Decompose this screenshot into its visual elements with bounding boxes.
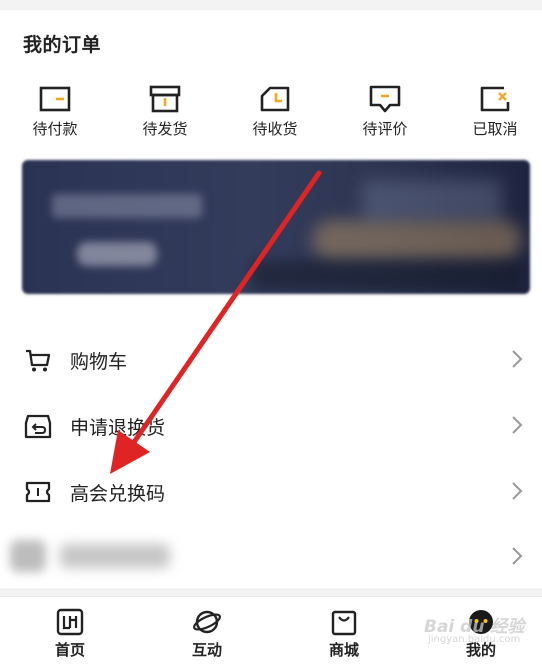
watermark: Bai du 经验 jingyan.baidu.com <box>418 608 542 650</box>
chevron-right-icon <box>512 547 523 565</box>
order-pending-payment[interactable]: 待付款 <box>10 82 100 142</box>
tab-label: 互动 <box>191 641 222 659</box>
order-pending-receipt[interactable]: 待收货 <box>230 82 320 142</box>
order-cancelled[interactable]: 已取消 <box>450 82 540 142</box>
tab-mall[interactable]: 商城 <box>284 597 404 665</box>
order-label: 待评价 <box>362 120 408 138</box>
menu-item-returns[interactable]: 申请退换货 <box>0 393 542 459</box>
chevron-right-icon <box>512 350 523 368</box>
cancelled-icon <box>480 86 510 112</box>
chevron-right-icon <box>512 416 523 434</box>
tab-label: 商城 <box>328 641 359 659</box>
order-label: 已取消 <box>472 120 518 138</box>
ticket-icon <box>25 481 51 503</box>
tab-home[interactable]: 首页 <box>10 597 130 665</box>
order-status-bar: 待付款 待发货 待收货 待评价 已取消 <box>0 82 542 142</box>
home-icon <box>56 608 84 636</box>
menu-item-label: 高会兑换码 <box>70 483 166 505</box>
planet-icon <box>193 610 221 634</box>
menu-item-cart[interactable]: 购物车 <box>0 327 542 393</box>
order-label: 待发货 <box>142 120 188 138</box>
blurred-icon <box>10 540 46 572</box>
menu-item-label: 申请退换货 <box>70 417 166 439</box>
tab-label: 首页 <box>54 641 85 659</box>
watermark-url: jingyan.baidu.com <box>428 634 521 645</box>
box-icon <box>149 85 181 113</box>
chevron-right-icon <box>512 482 523 500</box>
promo-banner[interactable] <box>22 160 530 294</box>
comment-icon <box>369 85 401 113</box>
truck-icon <box>260 86 290 112</box>
order-label: 待付款 <box>32 120 78 138</box>
wallet-icon <box>39 86 71 112</box>
order-pending-review[interactable]: 待评价 <box>340 82 430 142</box>
return-box-icon <box>24 414 52 439</box>
tab-interact[interactable]: 互动 <box>147 597 267 665</box>
order-pending-shipment[interactable]: 待发货 <box>120 82 210 142</box>
cart-icon <box>26 349 51 372</box>
menu-item-label: 购物车 <box>70 351 128 373</box>
menu-item-blurred[interactable] <box>0 524 542 590</box>
orders-title: 我的订单 <box>23 34 102 56</box>
order-label: 待收货 <box>252 120 298 138</box>
shopping-bag-icon <box>331 610 357 636</box>
blurred-label <box>60 544 170 568</box>
menu-item-redeem-code[interactable]: 高会兑换码 <box>0 459 542 525</box>
